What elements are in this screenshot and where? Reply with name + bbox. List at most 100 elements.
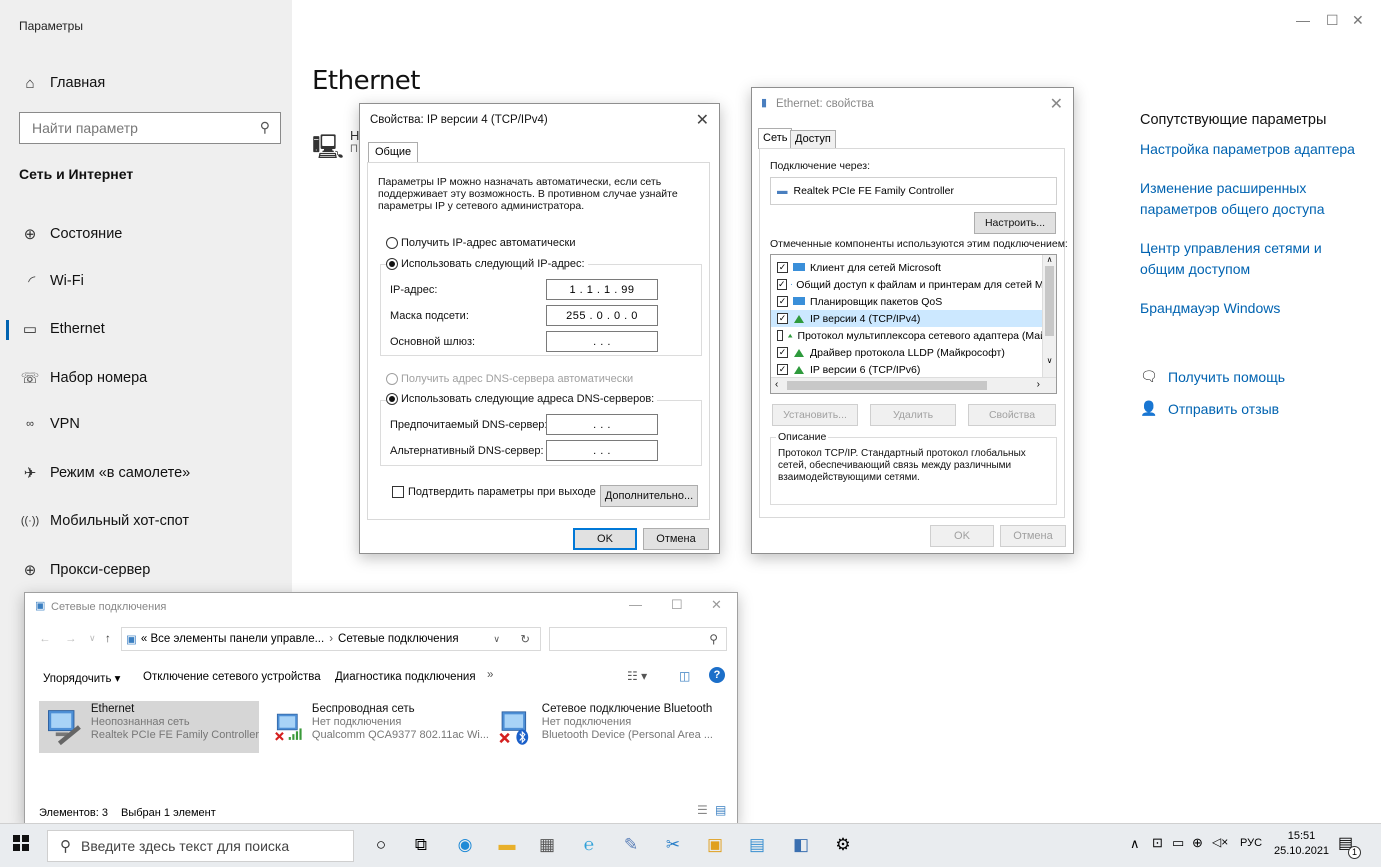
chevron-up-icon[interactable]: ∧ bbox=[1130, 836, 1140, 852]
radio-auto-dns[interactable]: Получить адрес DNS-сервера автоматически bbox=[386, 373, 633, 385]
calculator-icon[interactable]: ▦ bbox=[536, 834, 558, 856]
list-item[interactable]: ✓ Клиент для сетей Microsoft bbox=[771, 259, 1046, 276]
help-icon[interactable]: ? bbox=[709, 667, 725, 683]
ok-button[interactable]: OK bbox=[930, 525, 994, 547]
diagnose-button[interactable]: Диагностика подключения bbox=[335, 671, 476, 683]
more-commands-button[interactable]: » bbox=[487, 669, 493, 681]
list-item[interactable]: ✓ IP версии 6 (TCP/IPv6) bbox=[771, 361, 1046, 378]
preview-pane-icon[interactable]: ◫ bbox=[679, 669, 690, 683]
validate-checkbox[interactable] bbox=[392, 486, 404, 498]
refresh-icon[interactable]: ↻ bbox=[520, 632, 530, 646]
horizontal-scrollbar[interactable]: ‹ › bbox=[771, 377, 1056, 393]
close-button[interactable]: ✕ bbox=[1352, 12, 1364, 29]
forward-icon[interactable]: → bbox=[65, 633, 77, 645]
close-button[interactable]: ✕ bbox=[711, 597, 722, 613]
maximize-button[interactable]: ☐ bbox=[671, 597, 683, 613]
connection-wireless[interactable]: Беспроводная сеть Нет подключения Qualco… bbox=[269, 701, 489, 753]
settings-search-input[interactable]: Найти параметр ⚲ bbox=[19, 112, 281, 144]
chevron-down-icon[interactable]: ∨ bbox=[493, 634, 500, 645]
send-feedback-link[interactable]: 👤 Отправить отзыв bbox=[1140, 400, 1279, 417]
volume-muted-icon[interactable]: ◁× bbox=[1212, 835, 1228, 849]
link-network-center[interactable]: Центр управления сетями и общим доступом bbox=[1140, 238, 1340, 280]
breadcrumb-root[interactable]: « Все элементы панели управле... bbox=[141, 633, 324, 645]
cancel-button[interactable]: Отмена bbox=[643, 528, 709, 550]
list-item[interactable]: ✓ Драйвер протокола LLDP (Майкрософт) bbox=[771, 344, 1046, 361]
gateway-input[interactable]: . . . bbox=[546, 331, 658, 352]
link-sharing-settings[interactable]: Изменение расширенных параметров общего … bbox=[1140, 178, 1360, 220]
file-explorer-icon[interactable]: ▬ bbox=[496, 834, 518, 856]
ethernet-network-name[interactable]: Н П bbox=[350, 128, 359, 155]
link-adapter-settings[interactable]: Настройка параметров адаптера bbox=[1140, 139, 1355, 160]
address-bar[interactable]: ▣ « Все элементы панели управле... › Сет… bbox=[121, 627, 541, 651]
back-icon[interactable]: ← bbox=[39, 633, 51, 645]
radio-auto-ip[interactable]: Получить IP-адрес автоматически bbox=[386, 237, 575, 249]
list-item[interactable]: Протокол мультиплексора сетевого адаптер… bbox=[771, 327, 1046, 344]
dns2-input[interactable]: . . . bbox=[546, 440, 658, 461]
nav-vpn[interactable]: ∞ VPN bbox=[0, 406, 292, 442]
radio-manual-ip[interactable]: Использовать следующий IP-адрес: bbox=[386, 258, 588, 270]
control-panel-icon[interactable]: ▤ bbox=[746, 834, 768, 856]
properties-button[interactable]: Свойства bbox=[968, 404, 1056, 426]
minimize-button[interactable]: — bbox=[629, 597, 642, 612]
tiles-view-icon[interactable]: ▤ bbox=[715, 803, 726, 817]
tab-access[interactable]: Доступ bbox=[790, 130, 836, 149]
subnet-mask-input[interactable]: 255 . 0 . 0 . 0 bbox=[546, 305, 658, 326]
folder-search-input[interactable]: ⚲ bbox=[549, 627, 727, 651]
nav-airplane[interactable]: ✈ Режим «в самолете» bbox=[0, 455, 292, 491]
ip-address-input[interactable]: 1 . 1 . 1 . 99 bbox=[546, 279, 658, 300]
task-view-icon[interactable]: ⧉ bbox=[410, 834, 432, 856]
install-button[interactable]: Установить... bbox=[772, 404, 858, 426]
connection-bluetooth[interactable]: Сетевое подключение Bluetooth Нет подклю… bbox=[493, 701, 713, 753]
disable-device-button[interactable]: Отключение сетевого устройства bbox=[143, 671, 321, 683]
tab-general[interactable]: Общие bbox=[368, 142, 419, 163]
cancel-button[interactable]: Отмена bbox=[1000, 525, 1066, 547]
view-options-icon[interactable]: ☷ ▾ bbox=[627, 669, 647, 683]
advanced-button[interactable]: Дополнительно... bbox=[600, 485, 698, 507]
settings-gear-icon[interactable]: ⚙ bbox=[832, 834, 854, 856]
ie-icon[interactable]: ℮ bbox=[578, 834, 600, 856]
windows-start-icon[interactable] bbox=[10, 834, 32, 856]
paint-icon[interactable]: ✎ bbox=[620, 834, 642, 856]
nav-wifi[interactable]: ◜ Wi-Fi bbox=[0, 263, 292, 299]
ok-button[interactable]: OK bbox=[573, 528, 637, 550]
get-help-link[interactable]: 🗨 Получить помощь bbox=[1140, 368, 1285, 385]
tab-network[interactable]: Сеть bbox=[758, 128, 793, 149]
close-icon[interactable]: ✕ bbox=[1050, 94, 1063, 114]
language-indicator[interactable]: РУС bbox=[1240, 837, 1262, 849]
nav-proxy[interactable]: ⊕ Прокси-сервер bbox=[0, 552, 292, 588]
radio-manual-dns[interactable]: Использовать следующие адреса DNS-сервер… bbox=[386, 393, 658, 405]
nav-dialup[interactable]: ☏ Набор номера bbox=[0, 360, 292, 396]
nav-ethernet[interactable]: ▭ Ethernet bbox=[0, 311, 292, 347]
cortana-icon[interactable]: ○ bbox=[370, 834, 392, 856]
nav-status[interactable]: ⊕ Состояние bbox=[0, 216, 292, 252]
up-icon[interactable]: ↑ bbox=[105, 633, 111, 645]
tools-icon[interactable]: ✂ bbox=[662, 834, 684, 856]
breadcrumb-current[interactable]: Сетевые подключения bbox=[338, 633, 459, 645]
chevron-down-icon[interactable]: ∨ bbox=[89, 633, 96, 644]
globe-icon[interactable]: ⊕ bbox=[1192, 835, 1203, 851]
configure-button[interactable]: Настроить... bbox=[974, 212, 1056, 234]
list-item[interactable]: ✓ Общий доступ к файлам и принтерам для с… bbox=[771, 276, 1046, 293]
edge-icon[interactable]: ◉ bbox=[454, 834, 476, 856]
list-item[interactable]: ✓ Планировщик пакетов QoS bbox=[771, 293, 1046, 310]
connection-ethernet[interactable]: Ethernet Неопознанная сеть Realtek PCIe … bbox=[39, 701, 259, 753]
close-icon[interactable]: ✕ bbox=[696, 110, 709, 130]
link-firewall[interactable]: Брандмауэр Windows bbox=[1140, 298, 1280, 319]
vertical-scrollbar[interactable]: ∧ ∨ bbox=[1042, 255, 1056, 379]
list-item[interactable]: ✓ IP версии 4 (TCP/IPv4) bbox=[771, 310, 1046, 327]
minimize-button[interactable]: — bbox=[1296, 12, 1310, 28]
details-view-icon[interactable]: ☰ bbox=[697, 803, 708, 817]
battery-icon[interactable]: ▭ bbox=[1172, 835, 1184, 851]
components-list[interactable]: ✓ Клиент для сетей Microsoft ✓ Общий досту… bbox=[770, 254, 1057, 394]
clock[interactable]: 15:51 25.10.2021 bbox=[1274, 829, 1329, 859]
taskbar-search-input[interactable]: ⚲ Введите здесь текст для поиска bbox=[47, 830, 354, 862]
remove-button[interactable]: Удалить bbox=[870, 404, 956, 426]
maximize-button[interactable]: ☐ bbox=[1326, 12, 1339, 29]
organize-menu[interactable]: Упорядочить ▾ bbox=[43, 671, 120, 685]
ethernet-network-icon[interactable]: 🖳 bbox=[312, 130, 344, 171]
package-icon[interactable]: ◧ bbox=[790, 834, 812, 856]
app-icon[interactable]: ▣ bbox=[704, 834, 726, 856]
nav-home[interactable]: ⌂ Главная bbox=[0, 65, 292, 101]
network-tray-icon[interactable]: ⊡ bbox=[1152, 835, 1163, 851]
dns1-input[interactable]: . . . bbox=[546, 414, 658, 435]
